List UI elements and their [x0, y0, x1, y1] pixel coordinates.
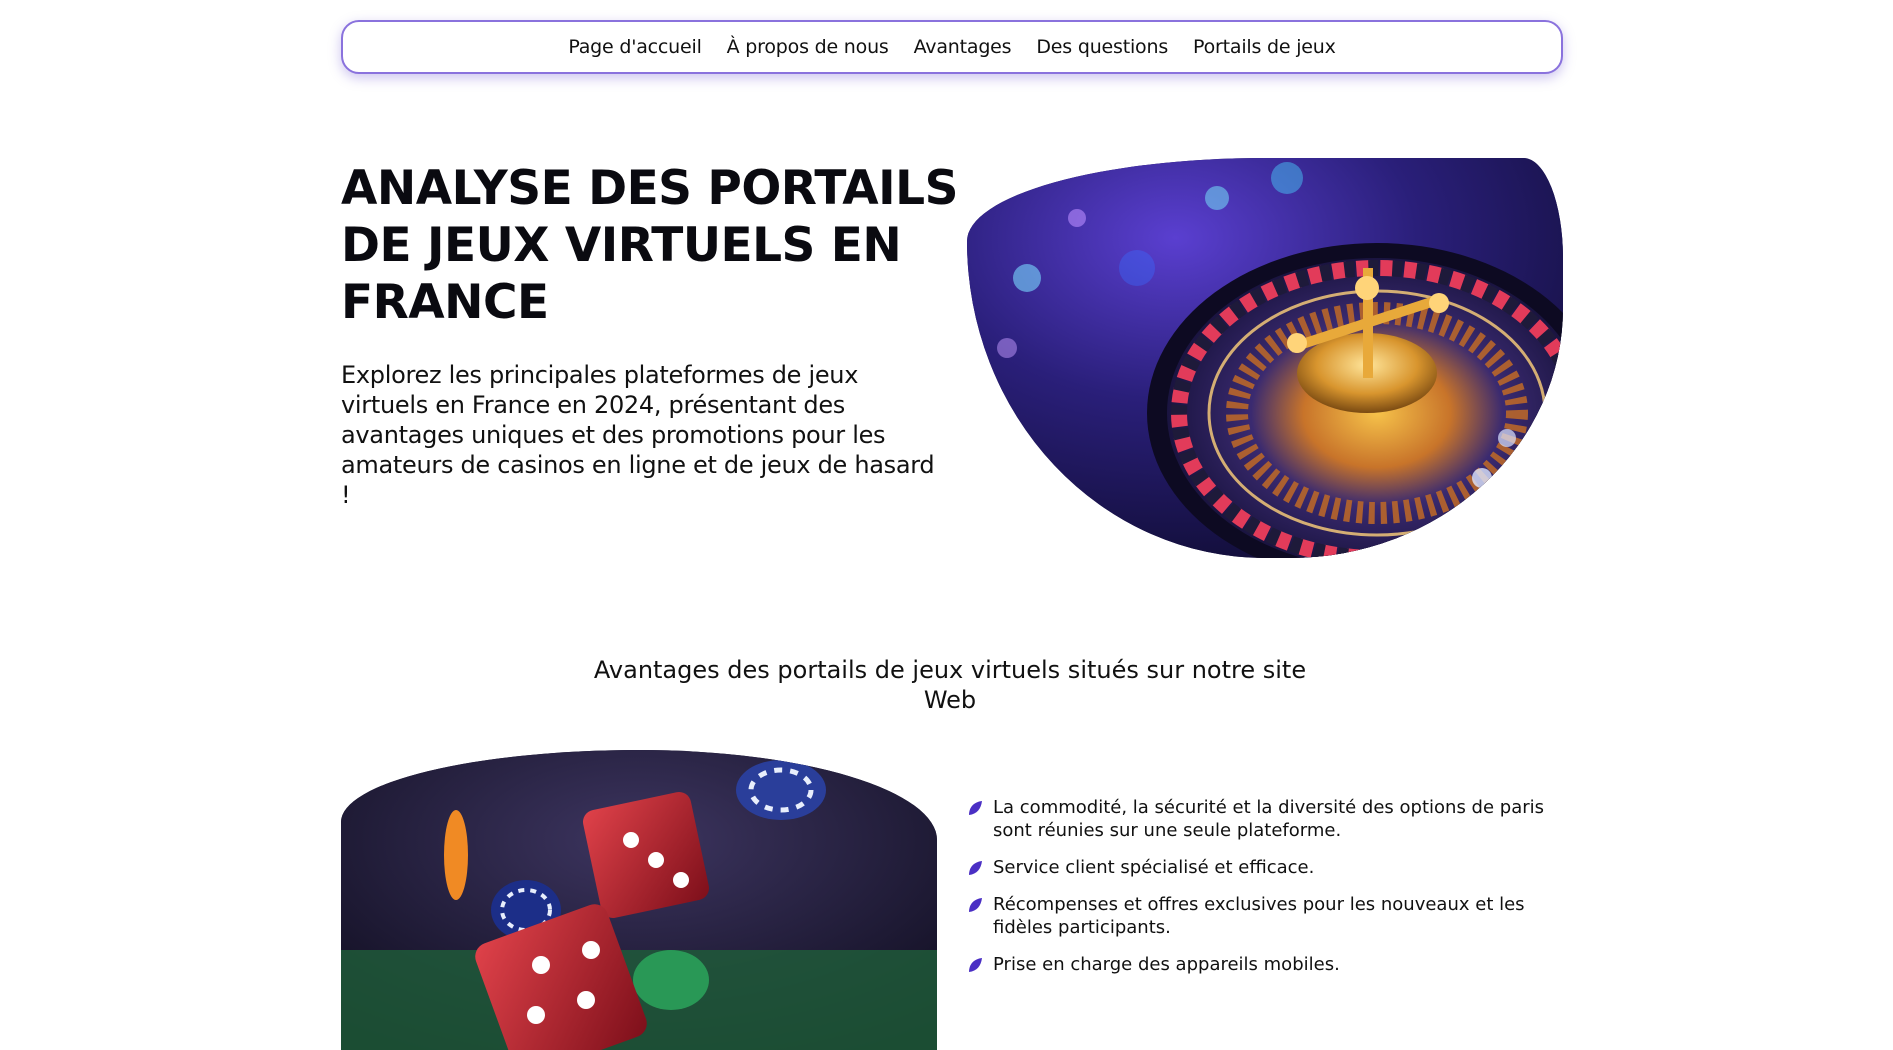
hero-title: ANALYSE DES PORTAILS DE JEUX VIRTUELS EN…	[341, 161, 958, 330]
hero-roulette-image	[967, 158, 1563, 558]
nav-link-home[interactable]: Page d'accueil	[568, 36, 702, 58]
advantage-text: Prise en charge des appareils mobiles.	[993, 954, 1340, 975]
leaf-bullet-icon	[969, 861, 982, 875]
advantage-item: Prise en charge des appareils mobiles.	[967, 953, 1567, 976]
advantage-item: La commodité, la sécurité et la diversit…	[967, 796, 1567, 842]
advantages-dice-image	[341, 750, 937, 1050]
advantage-item: Service client spécialisé et efficace.	[967, 856, 1567, 879]
main-nav: Page d'accueil À propos de nous Avantage…	[341, 20, 1563, 74]
nav-link-about[interactable]: À propos de nous	[727, 36, 889, 58]
hero-description: Explorez les principales plateformes de …	[341, 361, 935, 509]
leaf-bullet-icon	[969, 958, 982, 972]
advantage-item: Récompenses et offres exclusives pour le…	[967, 893, 1567, 939]
nav-link-game-portals[interactable]: Portails de jeux	[1193, 36, 1336, 58]
advantage-text: Récompenses et offres exclusives pour le…	[993, 894, 1525, 938]
advantages-title: Avantages des portails de jeux virtuels …	[593, 656, 1307, 714]
nav-link-questions[interactable]: Des questions	[1036, 36, 1168, 58]
leaf-bullet-icon	[969, 801, 982, 815]
advantages-list: La commodité, la sécurité et la diversit…	[967, 796, 1567, 990]
leaf-bullet-icon	[969, 898, 982, 912]
advantage-text: Service client spécialisé et efficace.	[993, 857, 1315, 878]
advantage-text: La commodité, la sécurité et la diversit…	[993, 797, 1545, 841]
nav-link-advantages[interactable]: Avantages	[914, 36, 1012, 58]
